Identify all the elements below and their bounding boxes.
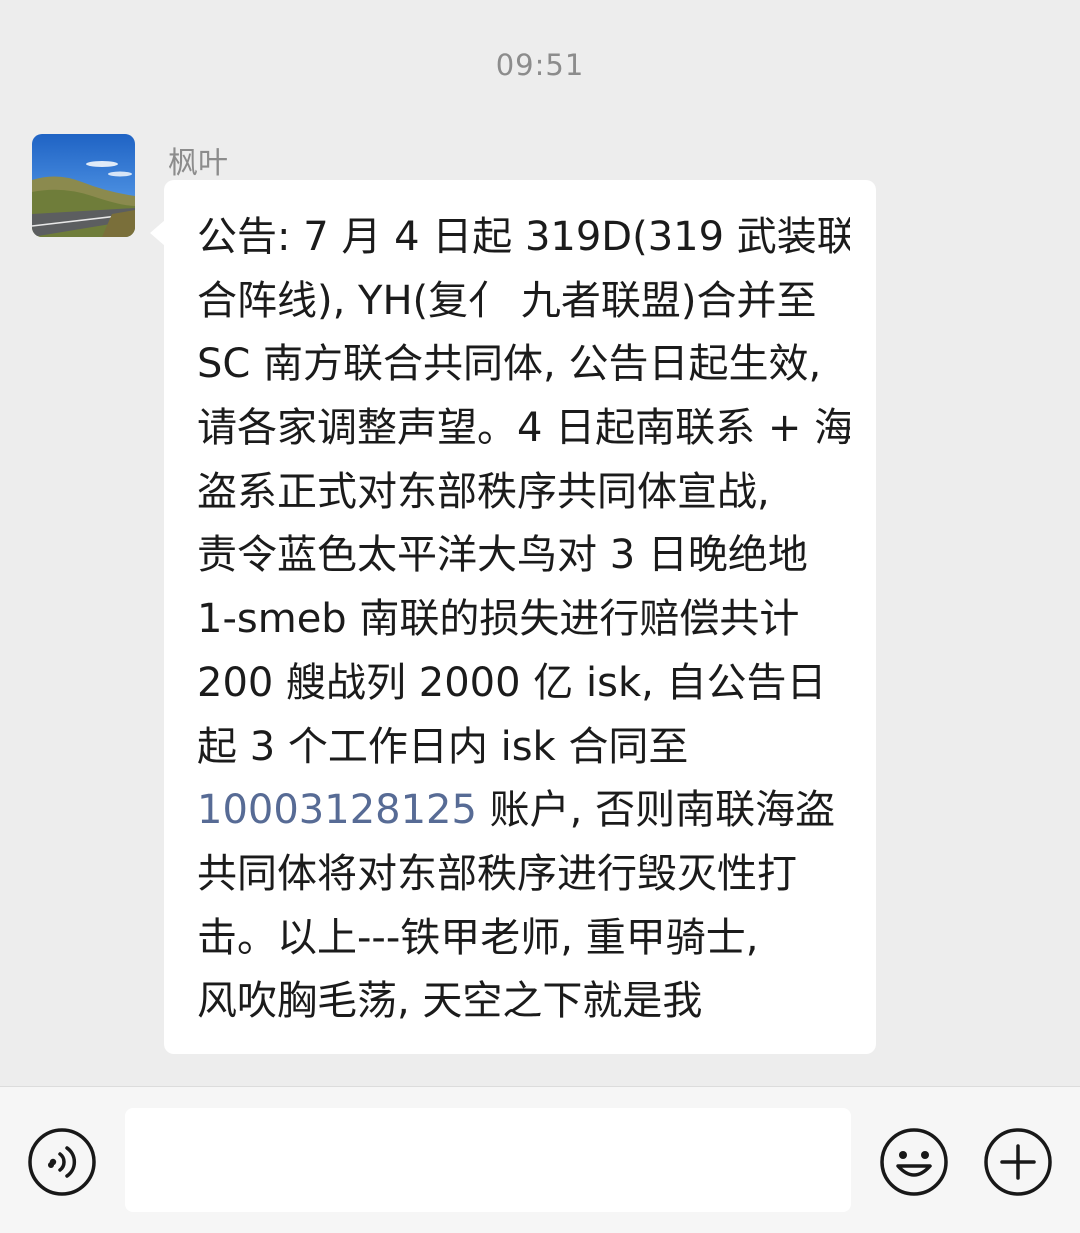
message-text-input[interactable] <box>125 1108 851 1212</box>
message-line-rest: 账户, 否则南联海盗 <box>489 787 836 834</box>
plus-icon <box>984 1128 1052 1196</box>
message-line: 共同体将对东部秩序进行毁灭性打 <box>197 850 797 897</box>
avatar-landscape-image <box>32 134 135 237</box>
message-line: 击。以上---铁甲老师, 重甲骑士, <box>197 914 759 961</box>
message-line: 1-smeb 南联的损失进行赔偿共计 <box>197 596 800 643</box>
more-functions-button[interactable] <box>982 1126 1054 1198</box>
message-line: 盗系正式对东部秩序共同体宣战, <box>197 468 770 515</box>
message-line: 合阵线), YH(复亻 九者联盟)合并至 <box>197 277 817 324</box>
message-line: 请各家调整声望。4 日起南联系 + 海 <box>197 405 850 452</box>
input-bar <box>0 1087 1080 1233</box>
message-line: 责令蓝色太平洋大鸟对 3 日晚绝地 <box>197 532 808 579</box>
voice-button[interactable] <box>27 1127 97 1197</box>
emoji-icon <box>880 1128 948 1196</box>
sender-name: 枫叶 <box>168 146 228 181</box>
sender-avatar[interactable] <box>32 134 135 237</box>
message-line: SC 南方联合共同体, 公告日起生效, <box>197 341 822 388</box>
account-number-link[interactable]: 10003128125 <box>197 787 477 833</box>
message-line: 公告: 7 月 4 日起 319D(319 武装联 <box>197 214 850 260</box>
message-timestamp: 09:51 <box>495 48 585 82</box>
message-line: 200 艘战列 2000 亿 isk, 自公告日 <box>197 659 827 706</box>
message-line: 起 3 个工作日内 isk 合同至 <box>197 723 689 770</box>
chat-area[interactable]: 09:51 枫叶 公告: 7 月 4 日起 319D(319 武装联 合阵线),… <box>0 0 1080 1086</box>
message-line-with-link: 10003128125 账户, 否则南联海盗 <box>197 779 850 843</box>
emoji-button[interactable] <box>878 1126 950 1198</box>
voice-icon <box>28 1128 96 1196</box>
message-line: 风吹胸毛荡, 天空之下就是我 <box>197 978 703 1025</box>
message-bubble[interactable]: 公告: 7 月 4 日起 319D(319 武装联 合阵线), YH(复亻 九者… <box>150 180 876 1054</box>
